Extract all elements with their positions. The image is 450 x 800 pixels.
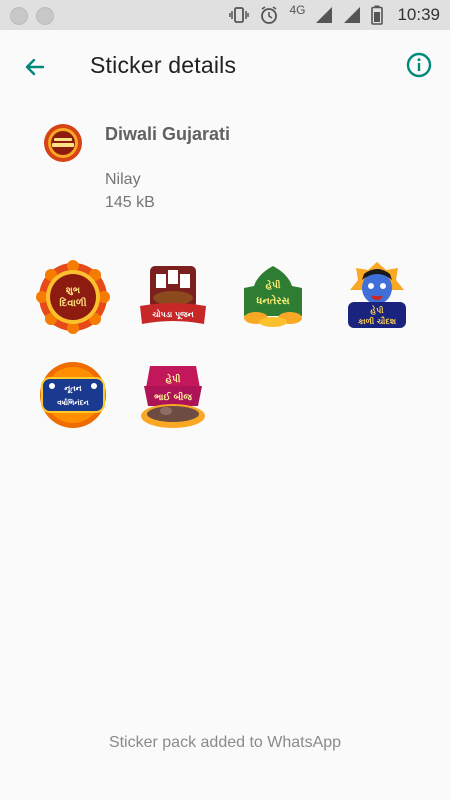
pack-tray-icon (43, 123, 83, 163)
sticker-happy-bhai-beej[interactable]: હેપી ભાઈ બીજ (136, 358, 210, 432)
info-button[interactable] (404, 50, 434, 80)
sticker-text: ભાઈ બીજ (154, 391, 192, 403)
sticker-text: કાળી ચૌદશ (358, 315, 397, 326)
pack-name: Diwali Gujarati (105, 124, 231, 144)
network-type-label: 4G (289, 3, 306, 17)
added-status-message: Sticker pack added to WhatsApp (108, 734, 342, 751)
sticker-happy-kali-chaudash[interactable]: હેપી કાળી ચૌદશ (340, 260, 414, 334)
notification-dot-icon (36, 7, 54, 25)
sticker-text: શુભ (66, 286, 81, 296)
back-button[interactable] (20, 52, 50, 82)
status-bar: 4G 10:39 (0, 0, 450, 30)
signal-icon (343, 6, 361, 24)
info-icon (406, 52, 432, 78)
vibrate-icon (229, 6, 250, 24)
sticker-chopda-pujan[interactable]: ચોપડા પૂજન (136, 260, 210, 334)
signal-icon (315, 6, 333, 24)
alarm-icon (259, 5, 279, 25)
app-bar: Sticker details (0, 30, 450, 102)
sticker-text: દિવાળી (59, 296, 86, 309)
clock: 10:39 (397, 5, 440, 24)
sticker-text: વર્ષાભિનંદન (57, 398, 89, 407)
pack-publisher: Nilay (105, 171, 141, 188)
sticker-happy-dhanteras[interactable]: હેપી ધનતેરસ (236, 260, 310, 334)
page-title: Sticker details (90, 52, 237, 78)
sticker-nutan-varshabhinandan[interactable]: નૂતન વર્ષાભિનંદન (36, 358, 110, 432)
battery-icon (371, 5, 384, 25)
sticker-text: હેપી (370, 304, 384, 316)
pack-size: 145 kB (105, 194, 155, 211)
arrow-left-icon (25, 58, 45, 76)
notification-dot-icon (10, 7, 28, 25)
sticker-shubh-diwali[interactable]: શુભ દિવાળી (36, 260, 110, 334)
